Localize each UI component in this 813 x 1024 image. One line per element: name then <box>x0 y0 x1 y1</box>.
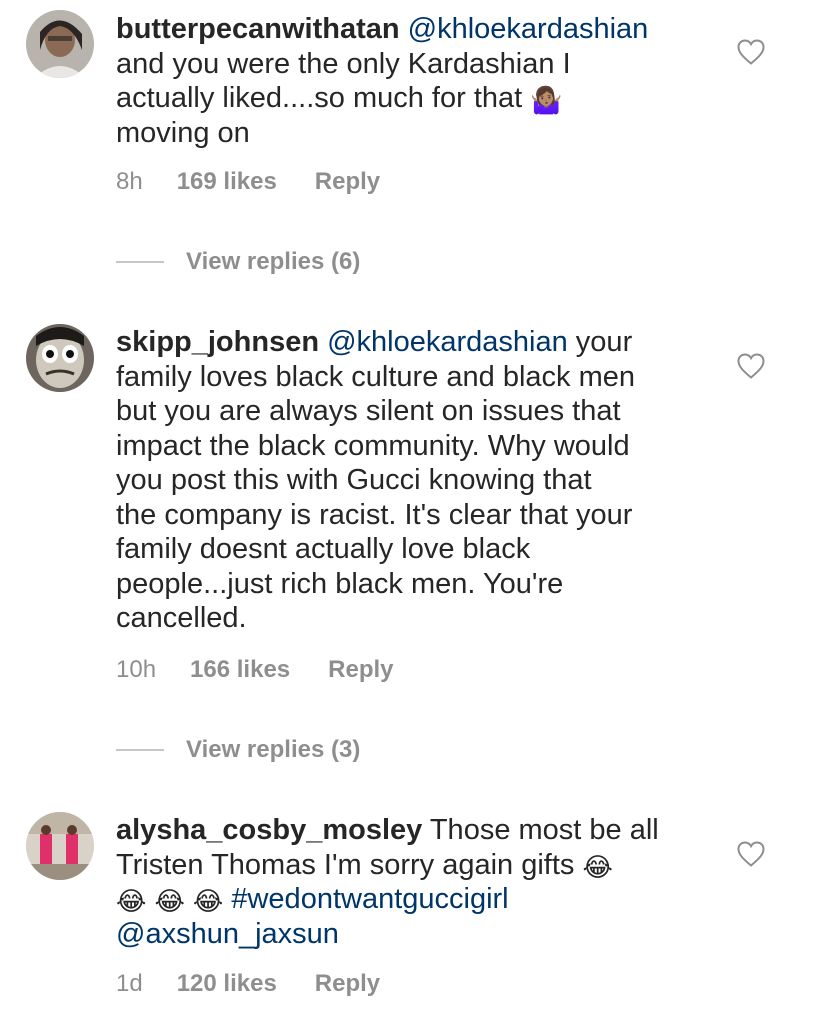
view-replies-button[interactable]: View replies (6) <box>116 248 360 276</box>
heart-outline-icon[interactable] <box>736 352 766 380</box>
comment-line: cancelled. <box>116 602 247 634</box>
comment-likes[interactable]: 169 likes <box>177 168 277 196</box>
comment-likes[interactable]: 166 likes <box>190 656 290 684</box>
avatar[interactable] <box>26 10 94 78</box>
comment-line: family doesnt actually love black <box>116 533 531 565</box>
comment-line: you post this with Gucci knowing that <box>116 464 592 496</box>
comment-text: skipp_johnsen @khloekardashian your fami… <box>116 325 696 636</box>
comment-meta: 10h 166 likes Reply <box>116 656 394 684</box>
comment-mention[interactable]: @axshun_jaxsun <box>116 918 339 950</box>
comment-hashtag[interactable]: #wedontwantguccigirl <box>231 883 508 915</box>
view-replies-label: View replies (6) <box>186 248 361 275</box>
replies-line <box>116 749 164 751</box>
laughing-tears-emoji-icon: 😂 <box>116 887 147 917</box>
comment-line: actually liked....so much for that <box>116 82 523 114</box>
avatar[interactable] <box>26 324 94 392</box>
view-replies-button[interactable]: View replies (3) <box>116 736 360 764</box>
comment-line: impact the black community. Why would <box>116 429 630 462</box>
reply-button[interactable]: Reply <box>315 168 380 196</box>
laughing-tears-emoji-icon: 😂 <box>154 887 185 917</box>
heart-outline-icon[interactable] <box>736 840 766 868</box>
comment-line: Those most be all <box>422 814 659 846</box>
laughing-tears-emoji-icon: 😂 <box>192 887 224 917</box>
comment-text: alysha_cosby_mosley Those most be all Tr… <box>116 813 696 951</box>
comment-line: but you are always silent on issues that <box>116 395 621 427</box>
reply-button[interactable]: Reply <box>328 656 393 684</box>
comment-meta: 1d 120 likes Reply <box>116 970 380 998</box>
comment-username[interactable]: butterpecanwithatan <box>116 13 400 45</box>
comment-line: people...just rich black men. You're <box>116 567 564 600</box>
comment-line: family loves black culture and black men <box>116 360 636 393</box>
comment-line: your <box>567 326 633 358</box>
comment-meta: 8h 169 likes Reply <box>116 168 380 196</box>
view-replies-label: View replies (3) <box>186 736 361 763</box>
avatar[interactable] <box>26 812 94 880</box>
comment-username[interactable]: skipp_johnsen <box>116 326 319 358</box>
comment-mention[interactable]: @khloekardashian <box>408 13 649 45</box>
comment-text: butterpecanwithatan @khloekardashian and… <box>116 12 696 150</box>
comment-line: and you were the only Kardashian I <box>116 47 571 80</box>
comment-username[interactable]: alysha_cosby_mosley <box>116 814 422 846</box>
comment-time: 1d <box>116 970 143 997</box>
comment-time: 8h <box>116 168 143 195</box>
comment-line: Tristen Thomas I'm sorry again gifts <box>116 848 583 881</box>
heart-outline-icon[interactable] <box>736 38 766 66</box>
laughing-tears-emoji-icon: 😂 <box>582 852 613 883</box>
comment-likes[interactable]: 120 likes <box>177 970 277 998</box>
comment-mention[interactable]: @khloekardashian <box>327 326 568 358</box>
comment-time: 10h <box>116 656 157 683</box>
replies-line <box>116 261 164 263</box>
reply-button[interactable]: Reply <box>315 970 380 998</box>
comment-line: moving on <box>116 116 250 149</box>
shrug-emoji-icon: 🤷🏽‍♀️ <box>530 86 563 116</box>
comment-line: the company is racist. It's clear that y… <box>116 498 633 531</box>
